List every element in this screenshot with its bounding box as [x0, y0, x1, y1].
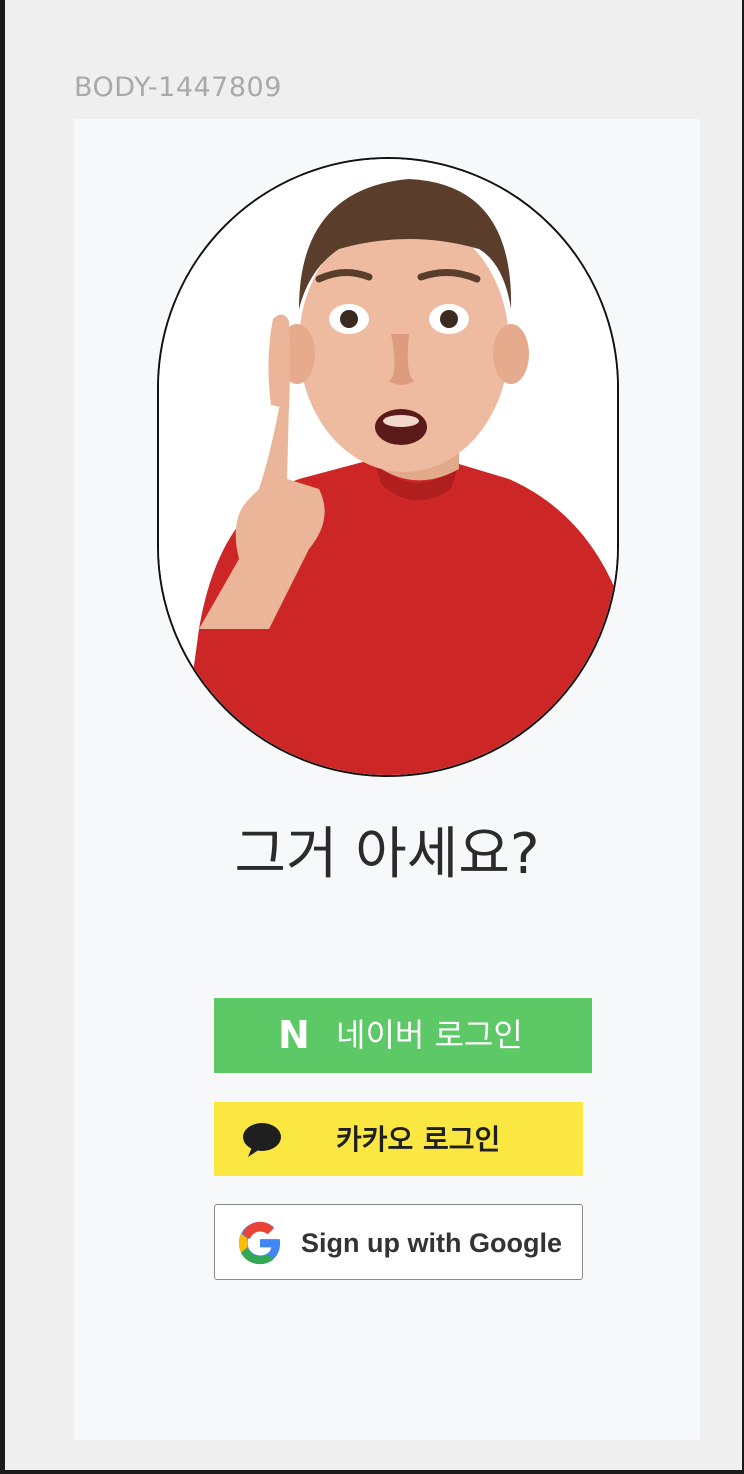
kakao-login-label: 카카오 로그인: [336, 1123, 501, 1156]
hero-photo: [157, 157, 619, 777]
naver-login-label: 네이버 로그인: [336, 1016, 523, 1054]
speech-bubble-icon: [240, 1122, 284, 1162]
frame: BODY-1447809 그거 아세요? N 네이버 로그인 카카오 로그인 S…: [5, 0, 742, 1470]
naver-login-button[interactable]: N 네이버 로그인: [214, 998, 592, 1073]
login-card: 그거 아세요? N 네이버 로그인 카카오 로그인 Sign up with G…: [74, 119, 700, 1440]
google-g-icon: [237, 1220, 283, 1270]
kakao-login-button[interactable]: 카카오 로그인: [214, 1102, 583, 1176]
frame-label: BODY-1447809: [74, 72, 282, 103]
google-signup-label: Sign up with Google: [301, 1228, 562, 1258]
naver-logo-icon: N: [278, 1013, 310, 1057]
headline: 그거 아세요?: [234, 822, 540, 887]
google-signup-button[interactable]: Sign up with Google: [214, 1204, 583, 1280]
